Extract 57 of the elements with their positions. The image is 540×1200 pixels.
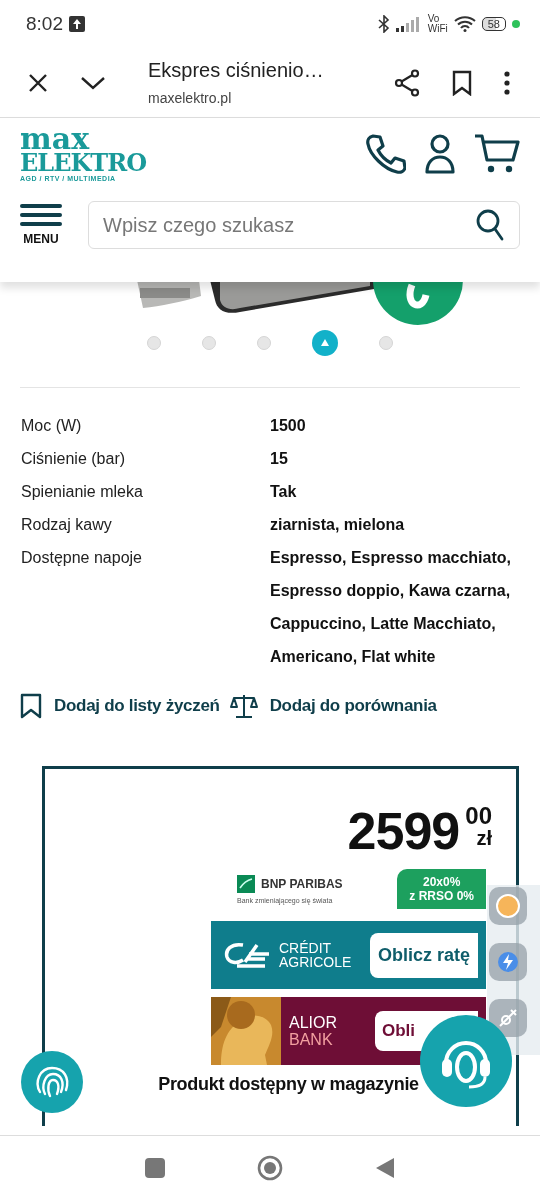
menu-button[interactable]: MENU (20, 204, 62, 246)
action-link[interactable]: Dodaj do porównania (229, 693, 437, 719)
menu-icon (20, 204, 62, 228)
share-icon[interactable] (394, 68, 420, 97)
user-icon[interactable] (424, 133, 456, 175)
bluetooth-icon (377, 15, 390, 33)
carousel-dot[interactable] (202, 336, 216, 350)
spec-value: 1500 (270, 416, 306, 436)
spec-label: Spienianie mleka (21, 482, 144, 502)
status-time: 8:02 (26, 13, 63, 35)
vowifi-label: Vo WiFi (427, 14, 448, 34)
spec-label: Dostępne napoje (21, 548, 143, 568)
bank-name: CRÉDIT AGRICOLE (279, 941, 352, 969)
privacy-dot-icon (512, 20, 520, 28)
page-title: Ekspres ciśnienio… (148, 59, 325, 82)
signal-icon (395, 16, 422, 32)
coin-icon[interactable] (489, 887, 527, 925)
phone-icon[interactable] (364, 133, 406, 175)
home-icon[interactable] (257, 1155, 283, 1181)
bank-name: BNP PARIBAS (261, 876, 343, 891)
upload-icon (69, 16, 85, 32)
triangle-icon (320, 338, 330, 348)
bank-logo-icon (223, 942, 271, 968)
spec-value: Tak (270, 482, 297, 502)
carousel-dot[interactable] (257, 336, 271, 350)
calculate-button[interactable]: Oblicz ratę (369, 932, 478, 978)
carousel-dot[interactable] (379, 336, 393, 350)
offer-badge: 20x0% z RRSO 0% (397, 869, 486, 909)
spec-value: ziarnista, mielona (270, 515, 405, 535)
bookmark-icon (20, 693, 42, 719)
chevron-down-icon[interactable] (80, 74, 106, 91)
bank-logo-icon (237, 874, 255, 893)
carousel-dot[interactable] (312, 330, 338, 356)
search-icon[interactable] (476, 209, 504, 241)
carousel-dot[interactable] (147, 336, 161, 350)
page-url: maxelektro.pl (148, 90, 233, 106)
availability-text: Produkt dostępny w magazynie (157, 1074, 420, 1095)
more-options-icon[interactable] (504, 70, 510, 95)
action-link[interactable]: Dodaj do listy życzeń (20, 693, 220, 719)
wifi-icon (453, 16, 476, 32)
financing-banner[interactable]: CRÉDIT AGRICOLE Oblicz ratę (211, 921, 486, 989)
back-icon[interactable] (375, 1157, 395, 1179)
close-icon[interactable] (28, 72, 48, 93)
cart-icon[interactable] (474, 133, 520, 175)
tool-icon[interactable] (489, 999, 527, 1037)
bookmark-icon[interactable] (452, 69, 472, 96)
recent-apps-icon[interactable] (145, 1158, 165, 1178)
bank-name: ALIOR BANK (289, 1014, 337, 1048)
spec-label: Moc (W) (21, 416, 83, 436)
spec-value: 15 (270, 449, 288, 469)
spec-label: Ciśnienie (bar) (21, 449, 127, 469)
scales-icon (229, 693, 258, 719)
search-field[interactable]: Wpisz czego szukasz (88, 201, 520, 249)
lightning-icon[interactable] (489, 943, 527, 981)
battery-indicator: 58 (481, 17, 506, 31)
spec-value: Espresso, Espresso macchiato, Espresso doppio, Kawa czarna, Cappuccino, Latte Macchiato, Americano, Flat white (270, 548, 512, 667)
spec-label: Rodzaj kawy (21, 515, 113, 535)
